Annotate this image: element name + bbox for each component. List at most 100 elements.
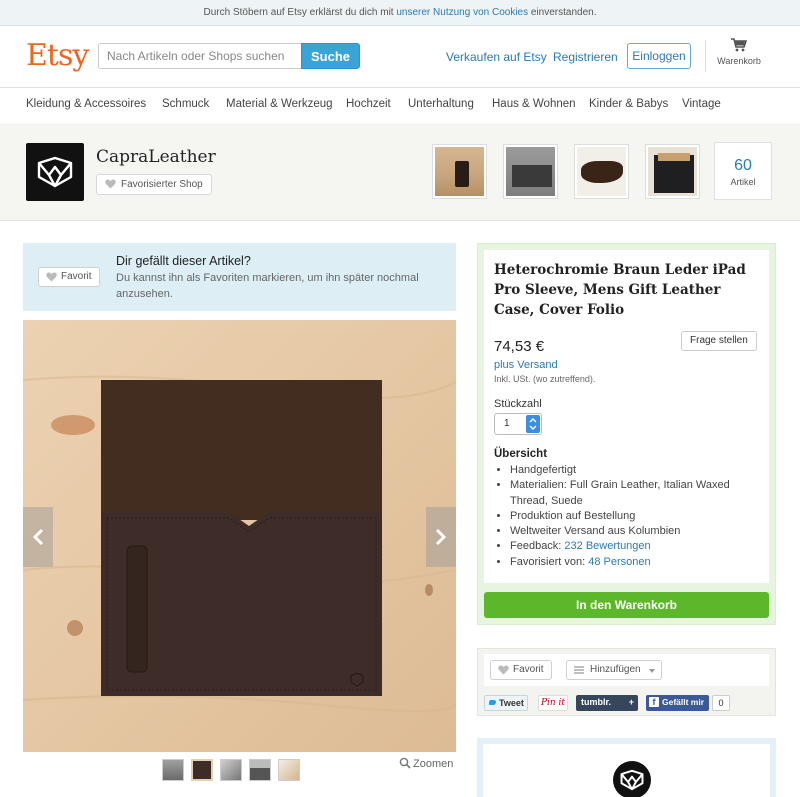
favoriters-link[interactable]: 48 Personen — [588, 556, 650, 568]
gallery-thumbnail[interactable] — [162, 759, 184, 781]
heart-icon — [498, 665, 509, 675]
shop-card-avatar[interactable] — [613, 761, 651, 797]
ask-question-button[interactable]: Frage stellen — [681, 331, 757, 351]
next-image-button[interactable] — [426, 507, 456, 567]
favorite-item-button[interactable]: Favorit — [38, 267, 100, 287]
shop-card — [477, 738, 776, 797]
overview-item: Weltweiter Versand aus Kolumbien — [510, 524, 765, 539]
cart-button[interactable]: Warenkorb — [714, 38, 764, 66]
listing-actions: Favorit Hinzufügen — [484, 654, 769, 686]
sell-on-etsy-link[interactable]: Verkaufen auf Etsy — [446, 50, 547, 64]
overview-title: Übersicht — [494, 448, 548, 460]
product-image[interactable] — [23, 320, 456, 752]
cookie-text-end: einverstanden. — [528, 7, 597, 18]
register-link[interactable]: Registrieren — [553, 50, 618, 64]
site-header: Etsy Nach Artikeln oder Shops suchen Suc… — [0, 26, 800, 88]
overview-item-feedback: Feedback: 232 Bewertungen — [510, 539, 765, 554]
shop-avatar[interactable] — [26, 143, 84, 201]
favorite-shop-label: Favorisierter Shop — [121, 179, 203, 190]
favorite-prompt-title: Dir gefällt dieser Artikel? — [116, 254, 251, 268]
overview-item: Produktion auf Bestellung — [510, 509, 765, 524]
shipping-link[interactable]: plus Versand — [494, 359, 558, 371]
overview-item: Handgefertigt — [510, 463, 765, 478]
quantity-value: 1 — [504, 418, 510, 429]
zoom-label: Zoomen — [413, 758, 454, 770]
buy-box: Heterochromie Braun Leder iPad Pro Sleev… — [477, 243, 776, 625]
plus-icon: + — [628, 697, 634, 707]
tumblr-button[interactable]: tumblr. + — [576, 695, 638, 711]
shop-banner: CapraLeather Favorisierter Shop 60 Artik… — [0, 123, 800, 221]
cart-icon — [731, 38, 747, 52]
shop-item-count[interactable]: 60 Artikel — [714, 142, 772, 200]
gallery-thumbnail-active[interactable] — [191, 759, 213, 781]
favorite-prompt: Favorit Dir gefällt dieser Artikel? Du k… — [23, 243, 456, 311]
heart-icon — [46, 272, 57, 282]
category-vintage[interactable]: Vintage — [682, 98, 721, 110]
gallery-thumbnail[interactable] — [278, 759, 300, 781]
heart-icon — [105, 179, 116, 189]
caret-down-icon — [648, 669, 655, 673]
list-icon — [574, 666, 584, 674]
header-divider — [705, 40, 706, 72]
facebook-like-label: Gefällt mir — [662, 697, 705, 707]
facebook-like-count: 0 — [712, 695, 730, 711]
facebook-icon: f — [649, 697, 659, 707]
add-to-cart-button[interactable]: In den Warenkorb — [484, 592, 769, 618]
login-button[interactable]: Einloggen — [627, 43, 691, 69]
select-arrows-icon — [526, 415, 540, 433]
cookie-notice: Durch Stöbern auf Etsy erklärst du dich … — [0, 0, 800, 26]
reviews-link[interactable]: 232 Bewertungen — [564, 540, 650, 552]
shop-item-thumb[interactable] — [503, 144, 558, 199]
overview-item: Materialien: Full Grain Leather, Italian… — [510, 478, 765, 509]
tweet-button[interactable]: Tweet — [484, 695, 528, 711]
overview-item-favorited: Favorisiert von: 48 Personen — [510, 555, 765, 570]
chevron-left-icon — [32, 528, 44, 546]
product-photo — [23, 320, 456, 752]
feedback-label: Feedback: — [510, 540, 565, 553]
category-home[interactable]: Haus & Wohnen — [492, 98, 576, 110]
favorite-button[interactable]: Favorit — [490, 660, 552, 680]
favorite-item-label: Favorit — [61, 271, 92, 282]
category-supplies[interactable]: Material & Werkzeug — [226, 98, 333, 110]
cart-label: Warenkorb — [717, 56, 761, 66]
add-to-list-label: Hinzufügen — [590, 664, 641, 675]
quantity-select[interactable]: 1 — [494, 413, 542, 435]
search-input[interactable]: Nach Artikeln oder Shops suchen — [98, 43, 302, 69]
etsy-logo[interactable]: Etsy — [26, 38, 89, 73]
item-count-label: Artikel — [730, 177, 756, 187]
vat-note: Inkl. USt. (wo zutreffend). — [494, 374, 596, 384]
category-kids[interactable]: Kinder & Babys — [589, 98, 668, 110]
favorited-label: Favorisiert von: — [510, 555, 589, 568]
category-nav: Kleidung & Accessoires Schmuck Material … — [0, 88, 800, 124]
shop-name[interactable]: CapraLeather — [96, 147, 216, 167]
shop-item-thumb[interactable] — [645, 144, 700, 199]
gallery-thumbnail[interactable] — [220, 759, 242, 781]
listing-title: Heterochromie Braun Leder iPad Pro Sleev… — [494, 262, 746, 318]
magnifier-icon — [399, 757, 411, 769]
add-to-list-button[interactable]: Hinzufügen — [566, 660, 662, 680]
cookie-policy-link[interactable]: unserer Nutzung von Cookies — [396, 7, 528, 18]
favorite-label: Favorit — [513, 664, 544, 675]
tumblr-label: tumblr. — [581, 697, 612, 707]
category-jewelry[interactable]: Schmuck — [162, 98, 209, 110]
category-wedding[interactable]: Hochzeit — [346, 98, 391, 110]
facebook-like-button[interactable]: f Gefällt mir — [646, 695, 709, 711]
shop-card-inner — [483, 744, 770, 797]
listing-price: 74,53 € — [494, 338, 545, 355]
shop-item-thumb[interactable] — [432, 144, 487, 199]
overview-list: Handgefertigt Materialien: Full Grain Le… — [500, 463, 765, 570]
favorite-shop-button[interactable]: Favorisierter Shop — [96, 174, 212, 195]
gallery-thumbnail[interactable] — [249, 759, 271, 781]
item-count-number: 60 — [734, 157, 752, 174]
search-button[interactable]: Suche — [301, 43, 360, 69]
social-actions: Favorit Hinzufügen Tweet Pin it tumblr. +… — [477, 648, 776, 716]
pinterest-button[interactable]: Pin it — [538, 695, 568, 711]
quantity-label: Stückzahl — [494, 398, 542, 410]
category-entertainment[interactable]: Unterhaltung — [408, 98, 474, 110]
shop-logo-icon — [620, 769, 644, 791]
shop-item-thumb[interactable] — [574, 144, 629, 199]
previous-image-button[interactable] — [23, 507, 53, 567]
category-clothing[interactable]: Kleidung & Accessoires — [26, 98, 146, 110]
shop-logo-icon — [37, 156, 73, 188]
zoom-button[interactable]: Zoomen — [399, 757, 453, 770]
